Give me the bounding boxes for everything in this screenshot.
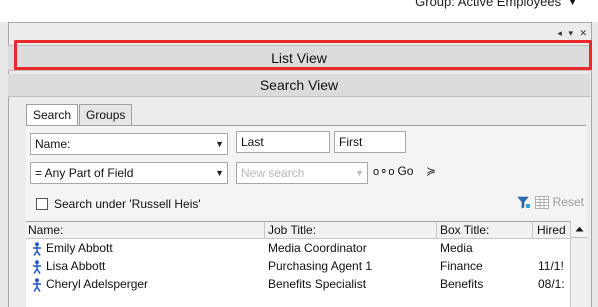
match-select[interactable]: = Any Part of Field ▼	[30, 162, 228, 184]
employee-grid: Name: Job Title: Box Title: Hired Emily …	[26, 221, 586, 307]
job-title-cell: Media Coordinator	[268, 241, 367, 255]
employee-name: Cheryl Adelsperger	[46, 277, 149, 291]
table-row[interactable]: Lisa Abbott Purchasing Agent 1 Finance 1…	[26, 257, 586, 275]
name-cell: Cheryl Adelsperger	[32, 275, 262, 293]
panel-controls[interactable]: ◂ ▾ ✕	[557, 28, 589, 39]
last-name-input[interactable]: Last	[236, 131, 330, 153]
scroll-up-icon[interactable]	[571, 221, 587, 238]
reset-area: Reset	[517, 195, 584, 209]
chevron-down-icon: ▼	[567, 0, 578, 8]
app-window: Group: Active Employees ▼ ◂ ▾ ✕ List Vie…	[0, 0, 598, 307]
binoculars-icon: o⚬o	[373, 165, 395, 178]
job-title-cell: Purchasing Agent 1	[268, 259, 373, 273]
job-title-cell: Benefits Specialist	[268, 277, 367, 291]
person-icon	[33, 278, 41, 292]
table-row[interactable]: Cheryl Adelsperger Benefits Specialist B…	[26, 275, 586, 293]
match-select-value: = Any Part of Field	[35, 166, 134, 180]
chevron-down-icon: ▼	[215, 168, 224, 178]
grid-header: Name: Job Title: Box Title: Hired	[26, 222, 586, 239]
box-title-cell: Benefits	[440, 277, 484, 291]
first-name-placeholder: First	[339, 135, 363, 149]
filter-icon[interactable]	[517, 196, 531, 209]
field-select[interactable]: Name: ▼	[30, 133, 228, 155]
chevron-down-icon: ▼	[215, 139, 224, 149]
person-icon	[33, 260, 41, 274]
top-bar: Group: Active Employees ▼	[0, 0, 598, 22]
first-name-input[interactable]: First	[334, 131, 406, 153]
grid-scrollbar[interactable]	[570, 221, 587, 307]
employee-name: Lisa Abbott	[46, 259, 106, 273]
new-search-placeholder: New search	[241, 166, 305, 180]
column-header-job-title[interactable]: Job Title:	[264, 222, 426, 238]
employee-name: Emily Abbott	[46, 241, 113, 255]
search-view-button[interactable]: Search View	[8, 74, 590, 97]
search-under-checkbox[interactable]	[36, 198, 48, 210]
group-dropdown-label: Group: Active Employees	[415, 0, 562, 9]
name-cell: Emily Abbott	[32, 239, 262, 257]
go-label: Go	[397, 164, 414, 178]
go-button[interactable]: o⚬o Go	[373, 164, 413, 178]
tab-strip: Search Groups	[26, 104, 133, 126]
column-header-box-title[interactable]: Box Title:	[436, 222, 530, 238]
search-under-label: Search under 'Russell Heis'	[54, 197, 201, 211]
last-name-placeholder: Last	[241, 135, 264, 149]
search-under-row[interactable]: Search under 'Russell Heis'	[36, 197, 201, 211]
chevron-down-icon: ▼	[355, 168, 364, 178]
new-search-select[interactable]: New search ▼	[236, 162, 368, 184]
table-row[interactable]: Emily Abbott Media Coordinator Media	[26, 239, 586, 257]
person-icon	[33, 242, 41, 256]
tab-groups[interactable]: Groups	[79, 104, 133, 125]
group-dropdown[interactable]: Group: Active Employees ▼	[415, 0, 578, 9]
reset-button[interactable]: Reset	[553, 195, 584, 209]
box-title-cell: Finance	[440, 259, 483, 273]
name-cell: Lisa Abbott	[32, 257, 262, 275]
columns-icon[interactable]	[534, 195, 549, 209]
list-view-button[interactable]: List View	[8, 45, 590, 71]
column-header-name[interactable]: Name:	[28, 222, 264, 238]
tab-search[interactable]: Search	[26, 104, 79, 126]
expand-options-icon[interactable]: ≽	[426, 164, 436, 178]
field-select-value: Name:	[35, 137, 71, 151]
box-title-cell: Media	[440, 241, 473, 255]
